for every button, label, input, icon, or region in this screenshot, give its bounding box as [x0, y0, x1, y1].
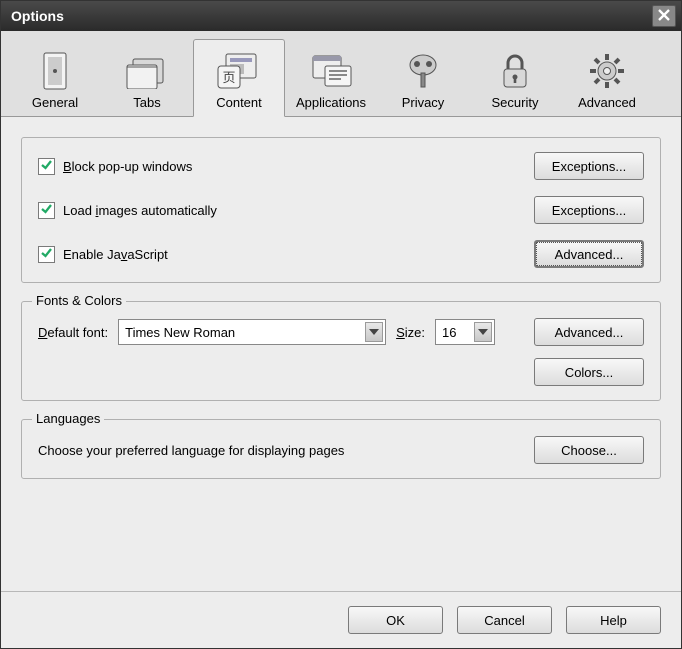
colors-button[interactable]: Colors...: [534, 358, 644, 386]
choose-language-button[interactable]: Choose...: [534, 436, 644, 464]
category-tabs: General Tabs 页 Content Applications Priv…: [1, 31, 681, 117]
checkmark-icon: [40, 202, 53, 218]
tab-advanced[interactable]: Advanced: [561, 39, 653, 117]
help-button[interactable]: Help: [566, 606, 661, 634]
security-icon: [491, 51, 539, 91]
load-images-checkbox-wrap[interactable]: Load images automatically: [38, 202, 217, 219]
tab-applications[interactable]: Applications: [285, 39, 377, 117]
dialog-button-bar: OK Cancel Help: [1, 591, 681, 648]
enable-js-checkbox-wrap[interactable]: Enable JavaScript: [38, 246, 168, 263]
fonts-colors-legend: Fonts & Colors: [32, 293, 126, 308]
languages-legend: Languages: [32, 411, 104, 426]
popup-images-js-group: Block pop-up windows Exceptions... Load …: [21, 137, 661, 283]
tab-security-label: Security: [492, 95, 539, 110]
advanced-icon: [583, 51, 631, 91]
block-popups-label: Block pop-up windows: [63, 159, 192, 174]
enable-js-checkbox[interactable]: [38, 246, 55, 263]
privacy-icon: [399, 51, 447, 91]
block-popups-checkbox[interactable]: [38, 158, 55, 175]
content-panel: Block pop-up windows Exceptions... Load …: [1, 117, 681, 591]
block-popups-checkbox-wrap[interactable]: Block pop-up windows: [38, 158, 192, 175]
load-images-row: Load images automatically Exceptions...: [38, 196, 644, 224]
tab-privacy-label: Privacy: [402, 95, 445, 110]
tab-general-label: General: [32, 95, 78, 110]
block-popups-row: Block pop-up windows Exceptions...: [38, 152, 644, 180]
tab-general[interactable]: General: [9, 39, 101, 117]
tab-tabs[interactable]: Tabs: [101, 39, 193, 117]
fonts-advanced-button[interactable]: Advanced...: [534, 318, 644, 346]
languages-desc: Choose your preferred language for displ…: [38, 443, 344, 458]
enable-js-row: Enable JavaScript Advanced...: [38, 240, 644, 268]
languages-row: Choose your preferred language for displ…: [38, 436, 644, 464]
content-icon: 页: [215, 51, 263, 91]
tab-security[interactable]: Security: [469, 39, 561, 117]
default-font-row: Default font: Times New Roman Size: 16 A…: [38, 318, 644, 346]
fonts-colors-group: Fonts & Colors Default font: Times New R…: [21, 301, 661, 401]
default-font-select[interactable]: Times New Roman: [118, 319, 386, 345]
svg-text:页: 页: [222, 70, 235, 85]
block-popups-exceptions-button[interactable]: Exceptions...: [534, 152, 644, 180]
tab-tabs-label: Tabs: [133, 95, 160, 110]
load-images-label: Load images automatically: [63, 203, 217, 218]
chevron-down-icon: [365, 322, 383, 342]
default-font-label: Default font:: [38, 325, 108, 340]
applications-icon: [307, 51, 355, 91]
tab-privacy[interactable]: Privacy: [377, 39, 469, 117]
enable-js-label: Enable JavaScript: [63, 247, 168, 262]
window-title: Options: [11, 8, 64, 24]
checkmark-icon: [40, 158, 53, 174]
load-images-checkbox[interactable]: [38, 202, 55, 219]
enable-js-advanced-button[interactable]: Advanced...: [534, 240, 644, 268]
general-icon: [31, 51, 79, 91]
cancel-button[interactable]: Cancel: [457, 606, 552, 634]
tabs-icon: [123, 51, 171, 91]
load-images-exceptions-button[interactable]: Exceptions...: [534, 196, 644, 224]
close-button[interactable]: [652, 5, 676, 27]
tab-advanced-label: Advanced: [578, 95, 636, 110]
options-window: Options General Tabs 页 Content: [0, 0, 682, 649]
close-icon: [657, 8, 671, 25]
titlebar: Options: [1, 1, 681, 31]
tab-content[interactable]: 页 Content: [193, 39, 285, 117]
font-size-value: 16: [442, 325, 456, 340]
ok-button[interactable]: OK: [348, 606, 443, 634]
default-font-value: Times New Roman: [125, 325, 235, 340]
tab-applications-label: Applications: [296, 95, 366, 110]
languages-group: Languages Choose your preferred language…: [21, 419, 661, 479]
chevron-down-icon: [474, 322, 492, 342]
tab-content-label: Content: [216, 95, 262, 110]
font-size-select[interactable]: 16: [435, 319, 495, 345]
checkmark-icon: [40, 246, 53, 262]
size-label: Size:: [396, 325, 425, 340]
